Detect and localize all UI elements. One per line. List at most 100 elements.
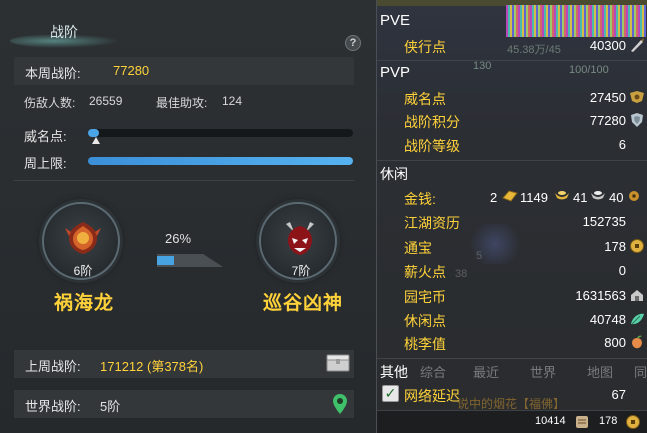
divider [377, 60, 647, 61]
stat-row-xiaxing: 侠行点 40300 [377, 34, 647, 56]
divider [14, 180, 354, 181]
currency-panel: 45.38万/45 PVE 侠行点 40300 130 100/100 PVP … [376, 0, 647, 433]
coin-icon [630, 239, 644, 253]
stat-row-leisure: 休闲点 40748 [377, 308, 647, 330]
other-section-header: 其他 [380, 364, 408, 380]
weekly-rank-value: 77280 [113, 63, 150, 78]
rank-panel-header: 战阶 ? [0, 12, 376, 51]
reward-chest-icon[interactable] [326, 353, 350, 373]
latency-row: ✓ 网络延迟 67 [377, 383, 647, 405]
stat-value: 178 [604, 239, 626, 254]
gold-bar-count: 2 [490, 190, 498, 205]
crest-icon [630, 91, 644, 103]
fame-label: 威名点: [24, 129, 67, 144]
last-week-rank-label: 上周战阶: [25, 359, 81, 374]
world-rank-row: 世界战阶: 5阶 [14, 390, 354, 418]
stat-label: 通宝 [404, 240, 432, 256]
latency-checkbox[interactable]: ✓ [382, 385, 399, 402]
stat-value: 152735 [582, 214, 626, 229]
rank-progress-fill [157, 256, 175, 265]
assist-label: 最佳助攻: [156, 96, 208, 110]
stat-label: 薪火点 [404, 264, 446, 280]
stat-label: 江湖资历 [404, 215, 460, 231]
rank-panel: 战阶 ? 本周战阶: 77280 伤敌人数: 26559 最佳助攻: 124 威… [0, 0, 376, 433]
gold-ingot-icon [555, 191, 569, 200]
stat-row-jianghu: 江湖资历 152735 [377, 210, 647, 232]
stat-label: 侠行点 [404, 39, 446, 55]
bottom-count-b: 178 [599, 415, 618, 427]
shield-icon [631, 113, 643, 127]
stat-value: 1631563 [575, 288, 626, 303]
stat-value: 800 [604, 335, 626, 350]
next-rank-name: 巡谷凶神 [262, 293, 343, 314]
rank-progress-bar [157, 254, 223, 267]
scroll-icon[interactable] [574, 414, 590, 430]
tab-world[interactable]: 世界 [530, 362, 556, 381]
stat-label: 休闲点 [404, 313, 446, 329]
stat-row-peach: 桃李值 800 [377, 331, 647, 353]
silver-ingot-icon [591, 191, 605, 200]
stat-label: 园宅币 [404, 289, 446, 305]
help-icon[interactable]: ? [345, 35, 361, 51]
panel-title: 战阶 [50, 24, 78, 40]
stat-label: 战阶等级 [404, 138, 460, 154]
last-week-rank-row: 上周战阶: 171212 (第378名) [14, 350, 354, 378]
idle-section-header: 休闲 [380, 166, 408, 182]
kills-value: 26559 [89, 94, 123, 108]
gold-bar-icon [502, 190, 518, 202]
stat-value: 0 [618, 263, 626, 278]
bottom-count-a: 10414 [535, 415, 566, 427]
weekly-rank-label: 本周战阶: [25, 66, 81, 81]
level-overlay-text: 130 [473, 60, 492, 72]
fame-marker-icon [92, 137, 100, 144]
tab-recent[interactable]: 最近 [473, 362, 499, 381]
demon-mask-icon [286, 222, 314, 255]
stat-value: 77280 [589, 113, 626, 128]
pve-section-header: PVE [380, 12, 411, 29]
gold-count: 1149 [520, 190, 548, 205]
house-coin-icon [631, 290, 643, 301]
latency-label: 网络延迟 [404, 388, 460, 404]
current-rank-tier: 6阶 [73, 264, 93, 278]
tab-same[interactable]: 同 [634, 362, 647, 381]
feather-icon [631, 38, 644, 52]
stat-label: 威名点 [404, 91, 446, 107]
chat-tabs-background: 综合 最近 世界 地图 同 [420, 360, 647, 380]
leaf-icon [631, 313, 644, 325]
copper-coin-icon [629, 191, 639, 201]
weekly-rank-row: 本周战阶: 77280 [14, 57, 354, 85]
stat-value: 6 [618, 137, 626, 152]
stat-value: 40748 [589, 312, 626, 327]
world-rank-value: 5阶 [100, 399, 121, 414]
weekly-cap-fill [88, 157, 353, 165]
divider [377, 160, 647, 161]
kills-label: 伤敌人数: [24, 96, 76, 110]
world-rank-label: 世界战阶: [25, 399, 81, 414]
fame-progress-fill [88, 129, 99, 137]
location-pin-icon[interactable] [332, 393, 348, 415]
rank-progress-percent: 26% [165, 231, 192, 246]
stat-value: 27450 [589, 90, 626, 105]
coin-icon[interactable] [625, 414, 641, 430]
stat-row-tongbao: 通宝 178 [377, 235, 647, 257]
current-rank-name: 祸海龙 [53, 293, 114, 314]
bottom-status-bar: 10414 178 [377, 410, 647, 433]
overlay-artifact [506, 5, 646, 37]
stat-label: 战阶积分 [404, 114, 460, 130]
stat-row-rank-level: 战阶等级 6 [377, 133, 647, 155]
tab-general[interactable]: 综合 [420, 362, 446, 381]
silver-count: 41 [573, 190, 588, 205]
stat-value: 40300 [589, 38, 626, 53]
money-label: 金钱: [404, 191, 436, 207]
last-week-rank-value: 171212 (第378名) [100, 359, 204, 374]
stat-row-fame: 威名点 27450 [377, 86, 647, 108]
tab-map[interactable]: 地图 [587, 362, 613, 381]
stat-row-rank-points: 战阶积分 77280 [377, 109, 647, 131]
peach-icon [632, 335, 642, 349]
money-row: 金钱: 2 1149 41 40 [404, 186, 647, 208]
energy-overlay-text: 100/100 [569, 64, 609, 76]
divider [377, 358, 647, 359]
latency-value: 67 [611, 387, 626, 402]
stat-label: 桃李值 [404, 336, 446, 352]
copper-count: 40 [609, 190, 624, 205]
